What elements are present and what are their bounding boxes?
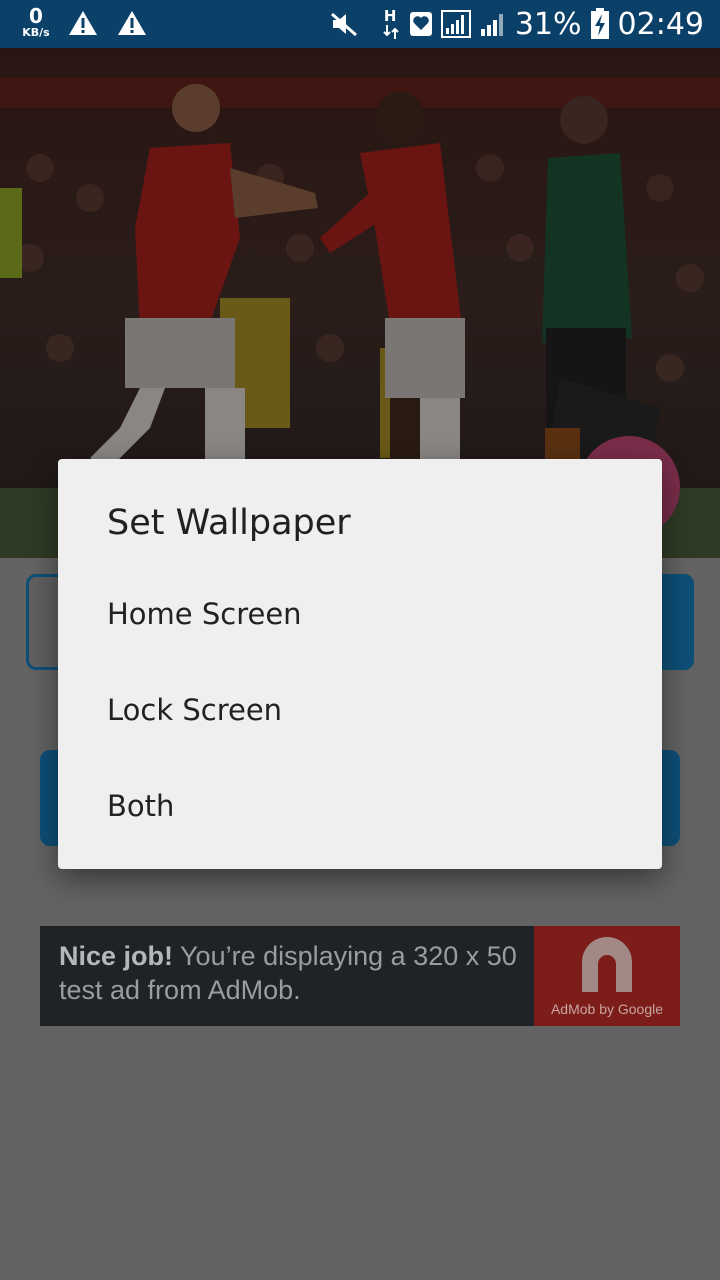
status-bar: 0 KB/s H 31% 02:49 xyxy=(0,0,720,48)
battery-percentage: 31% xyxy=(514,6,582,42)
network-type-label: H xyxy=(383,7,397,25)
set-wallpaper-dialog: Set Wallpaper Home Screen Lock Screen Bo… xyxy=(58,459,662,869)
network-speed-unit: KB/s xyxy=(22,26,50,39)
ad-message: Nice job! You’re displaying a 320 x 50 t… xyxy=(59,939,539,1007)
warning-icon xyxy=(118,11,146,35)
clock: 02:49 xyxy=(617,6,704,42)
signal-icon xyxy=(440,10,471,38)
mute-icon xyxy=(330,12,357,37)
option-home-screen[interactable]: Home Screen xyxy=(58,566,662,662)
data-transfer-icon: H xyxy=(381,7,401,39)
dialog-title: Set Wallpaper xyxy=(107,503,351,543)
heart-notification-icon xyxy=(409,12,432,36)
signal-icon xyxy=(480,14,503,36)
warning-icon xyxy=(69,11,97,35)
ad-banner[interactable]: Nice job! You’re displaying a 320 x 50 t… xyxy=(40,926,680,1026)
battery-charging-icon xyxy=(590,8,609,39)
option-lock-screen[interactable]: Lock Screen xyxy=(58,662,662,758)
admob-icon xyxy=(582,937,632,992)
network-speed: 0 KB/s xyxy=(16,6,56,38)
admob-logo-text: AdMob by Google xyxy=(550,1001,664,1017)
admob-logo: AdMob by Google xyxy=(534,926,680,1026)
network-speed-value: 0 xyxy=(29,4,43,28)
option-both[interactable]: Both xyxy=(58,758,662,854)
ad-bold-text: Nice job! xyxy=(59,941,174,971)
